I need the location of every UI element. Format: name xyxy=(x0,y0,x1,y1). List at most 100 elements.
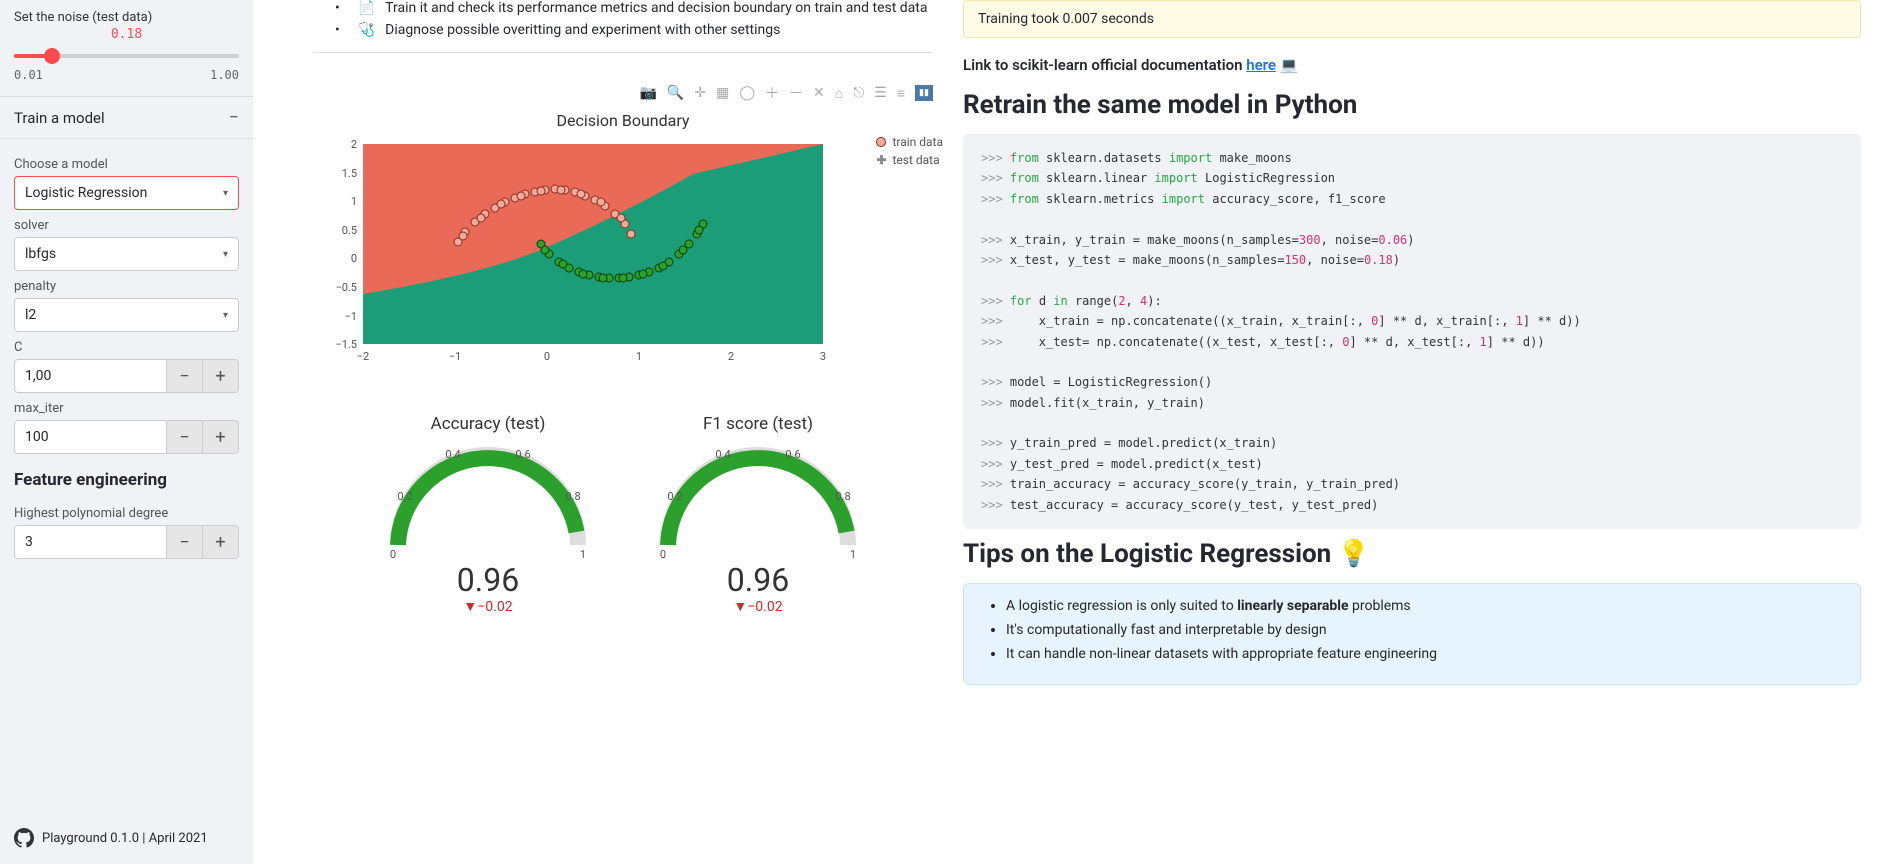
training-time-banner: Training took 0.007 seconds xyxy=(963,0,1861,38)
poly-decrement[interactable]: − xyxy=(167,525,203,559)
compare-icon[interactable]: ≡ xyxy=(897,85,905,102)
code-block[interactable]: >>> from sklearn.datasets import make_mo… xyxy=(963,134,1861,529)
bullet-train: 📄Train it and check its performance metr… xyxy=(353,0,933,16)
noise-slider[interactable] xyxy=(14,46,239,66)
penalty-label: penalty xyxy=(14,279,239,294)
autoscale-icon[interactable]: ✕ xyxy=(813,85,825,101)
svg-text:−1.5: −1.5 xyxy=(335,338,357,351)
tip-1: A logistic regression is only suited to … xyxy=(1006,598,1842,614)
noise-value: 0.18 xyxy=(14,27,239,42)
bullet-diagnose: 🩺Diagnose possible overitting and experi… xyxy=(353,22,933,38)
svg-text:2: 2 xyxy=(728,350,734,363)
chevron-down-icon: ▾ xyxy=(223,188,228,199)
svg-text:3: 3 xyxy=(820,350,826,363)
svg-text:0.8: 0.8 xyxy=(835,490,850,503)
svg-text:1.5: 1.5 xyxy=(342,167,357,180)
accuracy-gauge: Accuracy (test) 0 0.2 0.4 0.6 0.8 1 0.96… xyxy=(383,414,593,615)
f1-delta: ▼−0.02 xyxy=(653,598,863,615)
zoom-in-icon[interactable]: ＋ xyxy=(765,83,779,103)
accuracy-delta: ▼−0.02 xyxy=(383,598,593,615)
retrain-title: Retrain the same model in Python xyxy=(963,90,1861,120)
reset-icon[interactable]: ⌂ xyxy=(835,85,843,102)
camera-icon[interactable]: 📷 xyxy=(639,85,656,101)
accuracy-value: 0.96 xyxy=(383,564,593,596)
svg-text:1: 1 xyxy=(580,548,586,560)
maxiter-input[interactable]: 100 xyxy=(14,420,167,454)
lightbulb-icon: 💡 xyxy=(1338,539,1370,569)
train-section-header[interactable]: Train a model − xyxy=(0,96,253,139)
maxiter-decrement[interactable]: − xyxy=(167,420,203,454)
svg-text:0.8: 0.8 xyxy=(565,490,580,503)
svg-text:0: 0 xyxy=(390,548,396,560)
tip-3: It can handle non-linear datasets with a… xyxy=(1006,646,1842,662)
svg-text:0.6: 0.6 xyxy=(515,448,530,461)
poly-label: Highest polynomial degree xyxy=(14,506,239,521)
tips-title: Tips on the Logistic Regression 💡 xyxy=(963,539,1861,569)
noise-min: 0.01 xyxy=(14,68,43,82)
svg-text:0.2: 0.2 xyxy=(667,490,682,503)
box-select-icon[interactable]: ▦ xyxy=(716,85,729,101)
svg-text:−1: −1 xyxy=(449,350,461,363)
penalty-select[interactable]: l2 ▾ xyxy=(14,298,239,332)
lasso-icon[interactable]: ◯ xyxy=(739,85,755,101)
svg-text:0.4: 0.4 xyxy=(715,448,730,461)
plotly-logo-icon[interactable]: ▮▮ xyxy=(915,85,933,101)
legend-train-dot xyxy=(876,137,886,147)
decision-boundary-chart[interactable]: Decision Boundary xyxy=(313,111,933,374)
svg-text:1: 1 xyxy=(850,548,856,560)
stethoscope-icon: 🩺 xyxy=(358,22,375,38)
chevron-down-icon: ▾ xyxy=(223,249,228,260)
model-label: Choose a model xyxy=(14,157,239,172)
poly-increment[interactable]: + xyxy=(203,525,239,559)
noise-max: 1.00 xyxy=(210,68,239,82)
solver-label: solver xyxy=(14,218,239,233)
hover-icon[interactable]: ☰ xyxy=(874,85,887,101)
svg-text:1: 1 xyxy=(351,195,357,208)
c-decrement[interactable]: − xyxy=(167,359,203,393)
svg-text:0: 0 xyxy=(351,252,357,265)
svg-text:2: 2 xyxy=(351,138,357,151)
tip-2: It's computationally fast and interpreta… xyxy=(1006,622,1842,638)
svg-text:0: 0 xyxy=(660,548,666,560)
github-icon xyxy=(14,828,34,848)
solver-select[interactable]: lbfgs ▾ xyxy=(14,237,239,271)
svg-text:0.6: 0.6 xyxy=(785,448,800,461)
c-increment[interactable]: + xyxy=(203,359,239,393)
svg-text:0.4: 0.4 xyxy=(445,448,460,461)
f1-gauge: F1 score (test) 0 0.2 0.4 0.6 0.8 1 0.96… xyxy=(653,414,863,615)
doc-link-line: Link to scikit-learn official documentat… xyxy=(963,56,1861,74)
svg-text:0.5: 0.5 xyxy=(342,224,357,237)
collapse-icon: − xyxy=(229,107,253,128)
sidebar: Set the noise (test data) 0.18 0.01 1.00… xyxy=(0,0,253,864)
zoom-out-icon[interactable]: － xyxy=(789,83,803,103)
sidebar-footer: Playground 0.1.0 | April 2021 xyxy=(14,814,239,854)
svg-text:1: 1 xyxy=(636,350,642,363)
doc-link[interactable]: here xyxy=(1246,56,1276,74)
divider xyxy=(313,52,933,53)
legend-test-cross: ✚ xyxy=(876,153,886,167)
svg-text:−1: −1 xyxy=(345,310,357,323)
poly-input[interactable]: 3 xyxy=(14,525,167,559)
tips-box: A logistic regression is only suited to … xyxy=(963,583,1861,685)
main: 📄Train it and check its performance metr… xyxy=(253,0,1881,864)
model-select[interactable]: Logistic Regression ▾ xyxy=(14,176,239,210)
pan-icon[interactable]: ✛ xyxy=(694,85,706,101)
spike-icon[interactable]: ⎋ xyxy=(853,85,864,101)
zoom-icon[interactable]: 🔍 xyxy=(667,85,684,101)
svg-text:−2: −2 xyxy=(357,350,369,363)
svg-text:0: 0 xyxy=(544,350,550,363)
chevron-down-icon: ▾ xyxy=(223,310,228,321)
plotly-toolbar: 📷 🔍 ✛ ▦ ◯ ＋ － ✕ ⌂ ⎋ ☰ ≡ ▮▮ xyxy=(313,83,933,103)
c-input[interactable]: 1,00 xyxy=(14,359,167,393)
feature-engineering-header: Feature engineering xyxy=(14,470,239,490)
search-doc-icon: 📄 xyxy=(358,0,375,16)
c-label: C xyxy=(14,340,239,355)
noise-label: Set the noise (test data) xyxy=(14,10,239,25)
maxiter-increment[interactable]: + xyxy=(203,420,239,454)
laptop-icon: 💻 xyxy=(1280,56,1299,74)
svg-text:0.2: 0.2 xyxy=(397,490,412,503)
svg-text:−0.5: −0.5 xyxy=(335,281,357,294)
chart-title: Decision Boundary xyxy=(313,111,933,130)
f1-value: 0.96 xyxy=(653,564,863,596)
chart-legend: train data ✚test data xyxy=(876,135,943,171)
